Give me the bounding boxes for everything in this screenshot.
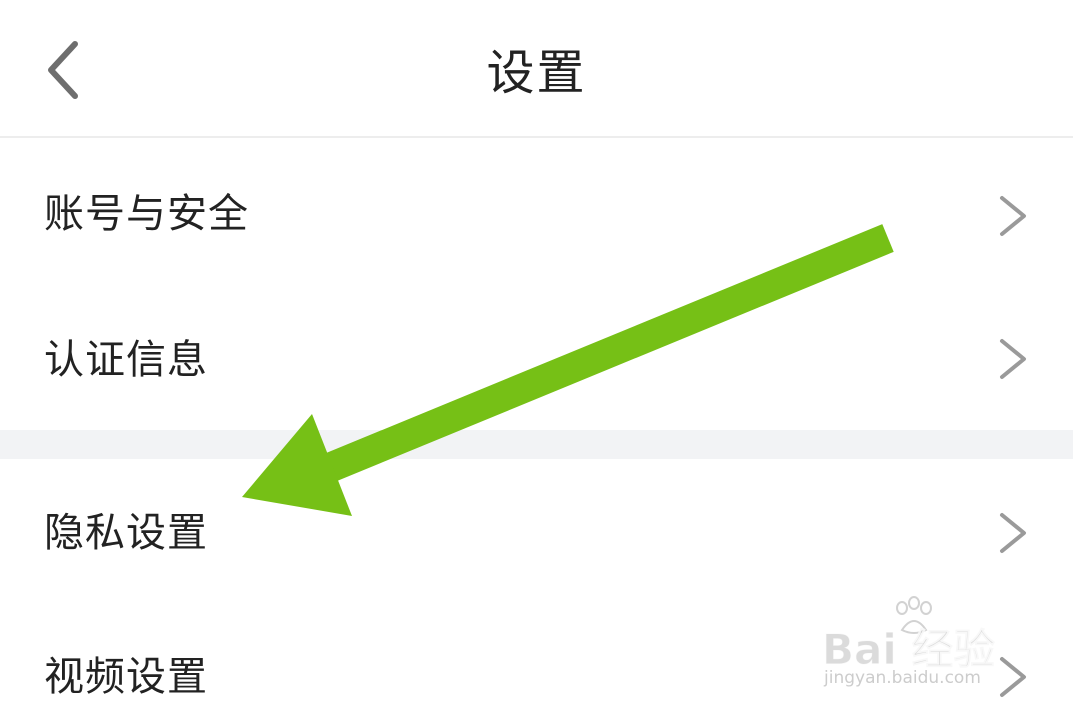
menu-item-verification-info[interactable]: 认证信息 (0, 290, 1073, 430)
top-bar: 设置 (0, 0, 1073, 138)
menu-item-video-settings[interactable]: 视频设置 (0, 607, 1073, 714)
menu-item-label: 认证信息 (44, 337, 208, 383)
menu-item-label: 视频设置 (44, 654, 208, 700)
menu-item-label: 账号与安全 (44, 191, 249, 237)
section-divider (0, 430, 1073, 459)
page-title: 设置 (486, 45, 587, 101)
chevron-right-icon (1000, 513, 1026, 553)
menu-item-label: 隐私设置 (44, 510, 208, 556)
chevron-right-icon (1000, 339, 1026, 379)
menu-item-account-security[interactable]: 账号与安全 (0, 144, 1073, 284)
settings-screen: 设置 账号与安全 认证信息 隐私设置 视频设置 Bai 经验 jingyan.b… (0, 0, 1073, 714)
menu-item-privacy-settings[interactable]: 隐私设置 (0, 463, 1073, 603)
chevron-right-icon (1000, 196, 1026, 236)
chevron-right-icon (1000, 657, 1026, 697)
